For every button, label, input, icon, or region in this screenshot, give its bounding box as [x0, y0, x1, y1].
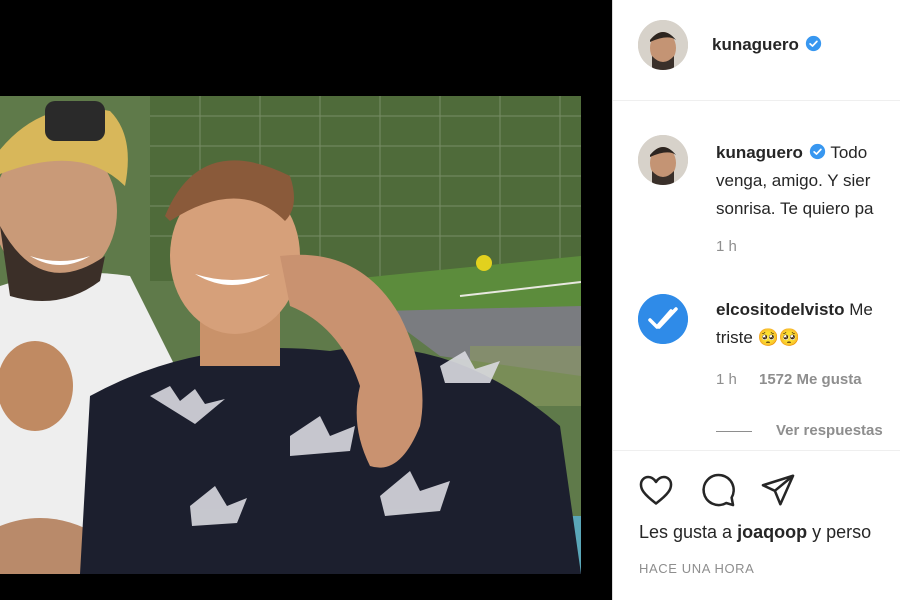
comment-age[interactable]: 1 h [716, 371, 737, 388]
post-photo[interactable] [0, 96, 581, 574]
comment-line-1: Me [849, 300, 873, 319]
heart-icon[interactable] [637, 471, 675, 509]
likes-summary: Les gusta a joaqoop y perso [639, 522, 871, 543]
caption-age[interactable]: 1 h [716, 238, 737, 255]
likes-suffix[interactable]: y perso [812, 522, 871, 542]
avatar[interactable] [638, 20, 688, 70]
view-replies-button[interactable]: Ver respuestas [776, 422, 883, 439]
double-check-icon [638, 294, 688, 344]
comment-icon[interactable] [699, 471, 737, 509]
likes-user[interactable]: joaqoop [737, 522, 807, 542]
likes-prefix: Les gusta a [639, 522, 733, 542]
comment-line-2: triste 🥺🥺 [716, 328, 800, 347]
post-photo-illustration [0, 96, 581, 574]
caption-username[interactable]: kunaguero [716, 143, 803, 162]
header-username-text[interactable]: kunaguero [712, 35, 799, 54]
caption-line-2: venga, amigo. Y sier [716, 171, 871, 190]
view-replies-text[interactable]: Ver respuestas [776, 422, 883, 439]
caption-line-1: Todo [830, 143, 868, 162]
comment-likes-text[interactable]: 1572 Me gusta [759, 371, 862, 388]
share-icon[interactable] [759, 471, 797, 509]
comment-text: elcositodelvisto Me triste 🥺🥺 [716, 296, 900, 352]
post-header: kunaguero [613, 0, 900, 101]
replies-divider [716, 431, 752, 432]
caption-avatar-image [638, 135, 688, 185]
avatar-image [638, 20, 688, 70]
comment-avatar[interactable] [638, 294, 688, 344]
caption-text: kunaguero Todo venga, amigo. Y sier sonr… [716, 139, 900, 223]
caption-verified-badge-icon [809, 143, 826, 160]
post-media-area [0, 0, 612, 600]
header-username[interactable]: kunaguero [712, 35, 822, 55]
verified-badge-icon [805, 35, 822, 52]
post-side-panel: kunaguero kunaguero Todo venga, amigo. Y… [612, 0, 900, 600]
comment-likes[interactable]: 1572 Me gusta [759, 371, 862, 388]
post-timestamp[interactable]: HACE UNA HORA [639, 561, 754, 576]
comment-username[interactable]: elcositodelvisto [716, 300, 844, 319]
caption-avatar[interactable] [638, 135, 688, 185]
caption-line-3: sonrisa. Te quiero pa [716, 199, 874, 218]
